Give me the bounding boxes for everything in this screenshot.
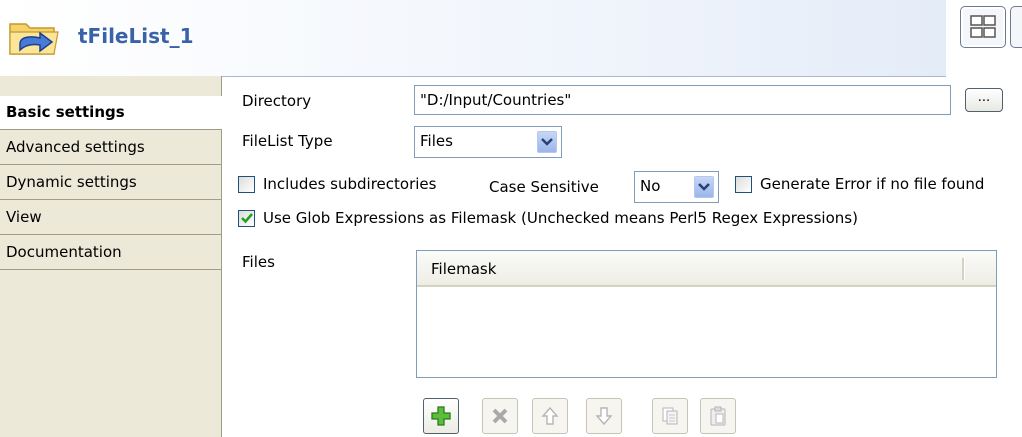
filelist-type-select[interactable]: Files: [414, 126, 562, 158]
generate-error-label: Generate Error if no file found: [760, 175, 985, 193]
chevron-down-icon[interactable]: [537, 131, 557, 153]
case-sensitive-label: Case Sensitive: [489, 178, 599, 196]
tab-view[interactable]: View: [0, 201, 221, 235]
directory-label: Directory: [242, 92, 312, 110]
add-row-button[interactable]: [423, 398, 459, 434]
use-glob-label: Use Glob Expressions as Filemask (Unchec…: [263, 209, 858, 227]
move-up-button[interactable]: [532, 398, 568, 434]
delete-icon: [492, 408, 508, 424]
files-label: Files: [242, 253, 275, 271]
delete-row-button[interactable]: [482, 398, 518, 434]
filelist-type-label: FileList Type: [242, 132, 333, 150]
component-header: tFileList_1: [0, 0, 946, 77]
grid-layout-icon: [970, 15, 996, 38]
component-title: tFileList_1: [78, 24, 194, 48]
filemask-table[interactable]: Filemask: [416, 250, 997, 378]
add-icon: [431, 406, 451, 426]
table-header: Filemask: [417, 251, 996, 287]
generate-error-checkbox[interactable]: [735, 176, 752, 193]
includes-subdirectories-checkbox[interactable]: [238, 176, 255, 193]
case-sensitive-value: No: [640, 177, 661, 195]
checkmark-icon: [241, 213, 253, 224]
tab-dynamic-settings[interactable]: Dynamic settings: [0, 166, 221, 200]
move-down-icon: [595, 407, 613, 426]
paste-button[interactable]: [700, 398, 736, 434]
includes-subdirectories-label: Includes subdirectories: [263, 175, 437, 193]
use-glob-checkbox[interactable]: [238, 210, 255, 227]
copy-button[interactable]: [652, 398, 688, 434]
move-up-icon: [541, 406, 559, 425]
copy-icon: [662, 407, 678, 425]
move-down-button[interactable]: [586, 398, 622, 434]
paste-icon: [710, 406, 726, 426]
filelist-type-value: Files: [420, 132, 453, 150]
tab-documentation[interactable]: Documentation: [0, 236, 221, 270]
tab-basic-settings[interactable]: Basic settings: [0, 96, 222, 130]
directory-input[interactable]: "D:/Input/Countries": [414, 85, 951, 115]
browse-button[interactable]: ...: [965, 88, 1003, 112]
grid-layout-button[interactable]: [960, 6, 1006, 48]
folder-arrow-icon: [6, 14, 66, 64]
chevron-down-icon[interactable]: [694, 176, 714, 198]
layout-button-secondary[interactable]: [1010, 6, 1022, 48]
column-separator[interactable]: [962, 258, 965, 280]
case-sensitive-select[interactable]: No: [634, 171, 719, 203]
tab-advanced-settings[interactable]: Advanced settings: [0, 131, 221, 165]
tab-strip-top: [0, 76, 221, 97]
column-header-filemask[interactable]: Filemask: [431, 260, 496, 278]
